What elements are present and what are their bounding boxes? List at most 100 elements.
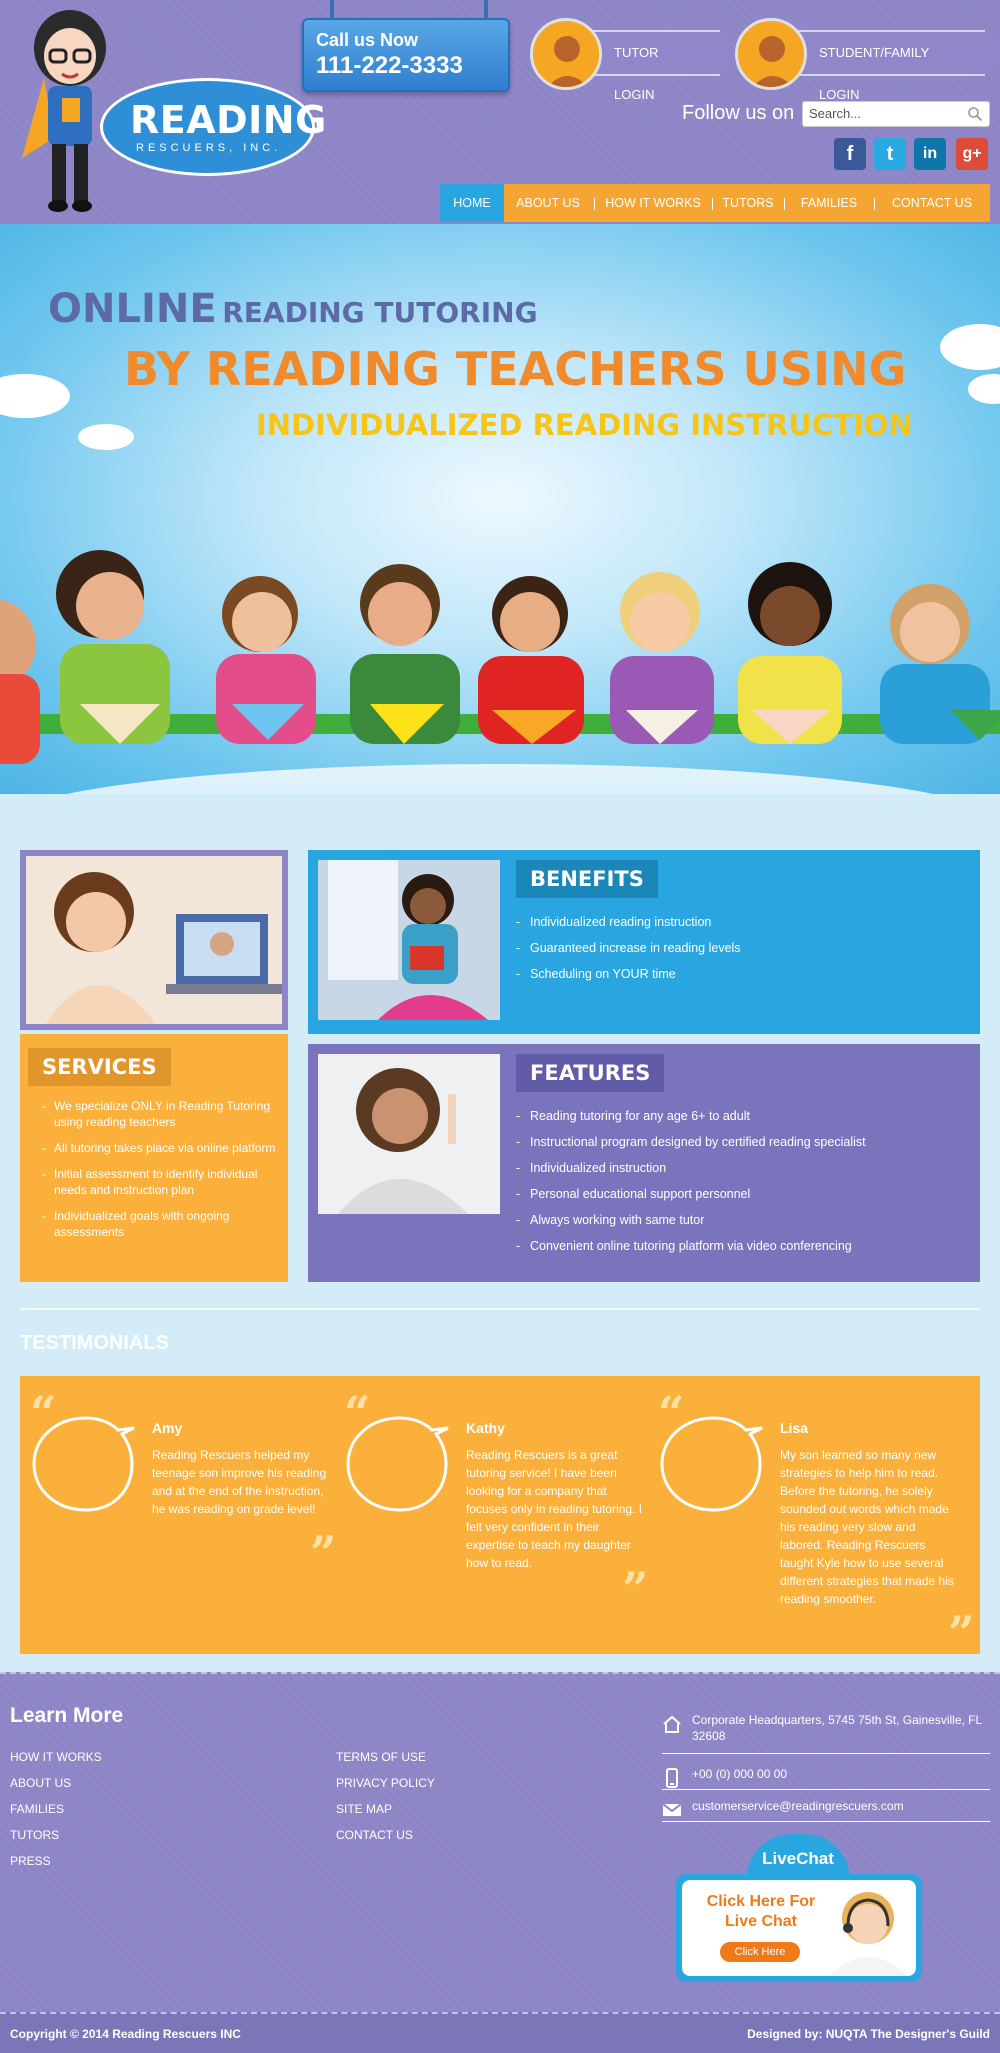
list-item: We specialize ONLY in Reading Tutoring u… — [42, 1098, 276, 1130]
nav-home[interactable]: HOME — [440, 184, 504, 222]
close-quote-icon: ” — [622, 1562, 649, 1616]
cloud-decoration — [78, 424, 134, 450]
nav-tutors[interactable]: TUTORS — [716, 184, 780, 222]
search-input[interactable]: Search... — [802, 101, 990, 127]
search-icon[interactable] — [967, 106, 983, 122]
testimonial-card: “ Kathy Reading Rescuers is a great tuto… — [334, 1376, 648, 1654]
hero-reading-tutoring: READING TUTORING — [222, 296, 538, 329]
footer-link-terms[interactable]: TERMS OF USE — [336, 1750, 426, 1764]
nav-families[interactable]: FAMILIES — [788, 184, 870, 222]
livechat-button[interactable]: Click Here — [720, 1942, 800, 1962]
features-title: FEATURES — [516, 1054, 665, 1092]
livechat-box[interactable]: Click Here For Live Chat Click Here — [676, 1874, 922, 1982]
nav-how-it-works[interactable]: HOW IT WORKS — [598, 184, 708, 222]
livechat-inner: Click Here For Live Chat Click Here — [682, 1880, 916, 1976]
benefits-title: BENEFITS — [516, 860, 658, 898]
services-title: SERVICES — [28, 1048, 171, 1086]
close-quote-icon: ” — [310, 1526, 337, 1580]
facebook-icon[interactable]: f — [834, 138, 866, 170]
hero-online: ONLINE — [48, 286, 217, 332]
call-us-label: Call us Now — [316, 30, 419, 50]
tutor-avatar-icon — [530, 18, 602, 90]
nav-separator — [594, 198, 595, 210]
footer-link-about-us[interactable]: ABOUT US — [10, 1776, 71, 1790]
student-family-login-button[interactable]: STUDENT/FAMILY LOGIN — [735, 18, 1000, 102]
contact-phone-row: +00 (0) 000 00 00 — [662, 1766, 990, 1790]
testimonial-text: Reading Rescuers helped my teenage son i… — [152, 1448, 327, 1516]
support-agent-photo — [830, 1892, 908, 1976]
site-header: READING RESCUERS, INC. Call us Now 111-2… — [0, 0, 1000, 224]
footer-link-privacy[interactable]: PRIVACY POLICY — [336, 1776, 435, 1790]
email-link[interactable]: customerservice@readingrescuers.com — [692, 1798, 990, 1814]
speech-bubble-icon — [346, 1416, 449, 1512]
list-item: All tutoring takes place via online plat… — [42, 1140, 276, 1156]
designer-credit[interactable]: Designed by: NUQTA The Designer's Guild — [747, 2027, 990, 2041]
home-icon — [663, 1715, 681, 1733]
livechat-widget[interactable]: LiveChat Click Here For Live Chat Click … — [676, 1834, 926, 1994]
nav-separator — [874, 198, 875, 210]
list-item: Instructional program designed by certif… — [516, 1134, 866, 1150]
phone-icon — [666, 1768, 678, 1788]
list-item: Individualized reading instruction — [516, 914, 741, 930]
list-item: Individualized goals with ongoing assess… — [42, 1208, 276, 1240]
testimonial-text: Reading Rescuers is a great tutoring ser… — [466, 1448, 643, 1570]
list-item: Reading tutoring for any age 6+ to adult — [516, 1108, 866, 1124]
footer-link-tutors[interactable]: TUTORS — [10, 1828, 59, 1842]
main-content: SERVICES We specialize ONLY in Reading T… — [0, 794, 1000, 1672]
student-login-label[interactable]: STUDENT/FAMILY LOGIN — [785, 30, 1000, 102]
girl-with-laptop-photo — [26, 856, 282, 1024]
nav-about-us[interactable]: ABOUT US — [506, 184, 590, 222]
footer-link-contact-us[interactable]: CONTACT US — [336, 1828, 413, 1842]
hero-headline-3: INDIVIDUALIZED READING INSTRUCTION — [256, 408, 913, 442]
linkedin-icon[interactable]: in — [914, 138, 946, 170]
call-box-hanger — [330, 0, 334, 20]
contact-email-row: customerservice@readingrescuers.com — [662, 1798, 990, 1822]
features-panel: FEATURES Reading tutoring for any age 6+… — [308, 1044, 980, 1282]
close-quote-icon: ” — [948, 1606, 975, 1660]
phone-text[interactable]: +00 (0) 000 00 00 — [692, 1766, 990, 1782]
testimonials-title: TESTIMONIALS — [20, 1332, 169, 1354]
nav-separator — [784, 198, 785, 210]
services-photo-frame — [20, 850, 288, 1030]
benefits-list: Individualized reading instruction Guara… — [516, 914, 741, 992]
testimonial-name: Lisa — [780, 1420, 809, 1436]
testimonial-card: “ Amy Reading Rescuers helped my teenage… — [20, 1376, 336, 1654]
follow-us-label: Follow us on — [682, 102, 795, 124]
hero-headline-1: ONLINE READING TUTORING — [48, 286, 538, 332]
benefits-panel: BENEFITS Individualized reading instruct… — [308, 850, 980, 1034]
phone-number[interactable]: 111-222-3333 — [316, 52, 463, 80]
learn-more-title: Learn More — [10, 1704, 124, 1727]
list-item: Convenient online tutoring platform via … — [516, 1238, 866, 1254]
call-us-box[interactable]: Call us Now 111-222-3333 — [302, 18, 510, 92]
tutor-login-button[interactable]: TUTOR LOGIN — [530, 18, 744, 102]
list-item: Personal educational support personnel — [516, 1186, 866, 1202]
testimonials-panel: “ Amy Reading Rescuers helped my teenage… — [20, 1376, 980, 1660]
nav-contact-us[interactable]: CONTACT US — [878, 184, 986, 222]
footer-link-families[interactable]: FAMILIES — [10, 1802, 64, 1816]
hero-headline-2: BY READING TEACHERS USING — [124, 342, 907, 396]
testimonial-card: “ Lisa My son learned so many new strate… — [648, 1376, 974, 1660]
footer-bottom-bar: Copyright © 2014 Reading Rescuers INC De… — [0, 2012, 1000, 2053]
main-nav: HOME ABOUT US HOW IT WORKS TUTORS FAMILI… — [440, 184, 990, 222]
address-text: Corporate Headquarters, 5745 75th St, Ga… — [692, 1713, 982, 1743]
footer-link-site-map[interactable]: SITE MAP — [336, 1802, 392, 1816]
list-item: Always working with same tutor — [516, 1212, 866, 1228]
list-item: Individualized instruction — [516, 1160, 866, 1176]
site-footer: Learn More HOW IT WORKS ABOUT US FAMILIE… — [0, 1672, 1000, 2012]
speech-bubble-icon — [32, 1416, 135, 1512]
footer-link-press[interactable]: PRESS — [10, 1854, 51, 1868]
testimonial-name: Kathy — [466, 1420, 505, 1436]
twitter-icon[interactable]: t — [874, 138, 906, 170]
student-avatar-icon — [735, 18, 807, 90]
hero-banner: ONLINE READING TUTORING BY READING TEACH… — [0, 224, 1000, 794]
footer-link-how-it-works[interactable]: HOW IT WORKS — [10, 1750, 102, 1764]
call-box-hanger — [484, 0, 488, 20]
cloud-decoration — [968, 374, 1000, 404]
list-item: Initial assessment to identify individua… — [42, 1166, 276, 1198]
cloud-decoration — [940, 324, 1000, 370]
features-photo — [318, 1054, 500, 1214]
speech-bubble-icon — [660, 1416, 763, 1512]
logo-title[interactable]: READING — [130, 98, 327, 142]
section-divider — [20, 1308, 980, 1310]
google-plus-icon[interactable]: g+ — [956, 138, 988, 170]
